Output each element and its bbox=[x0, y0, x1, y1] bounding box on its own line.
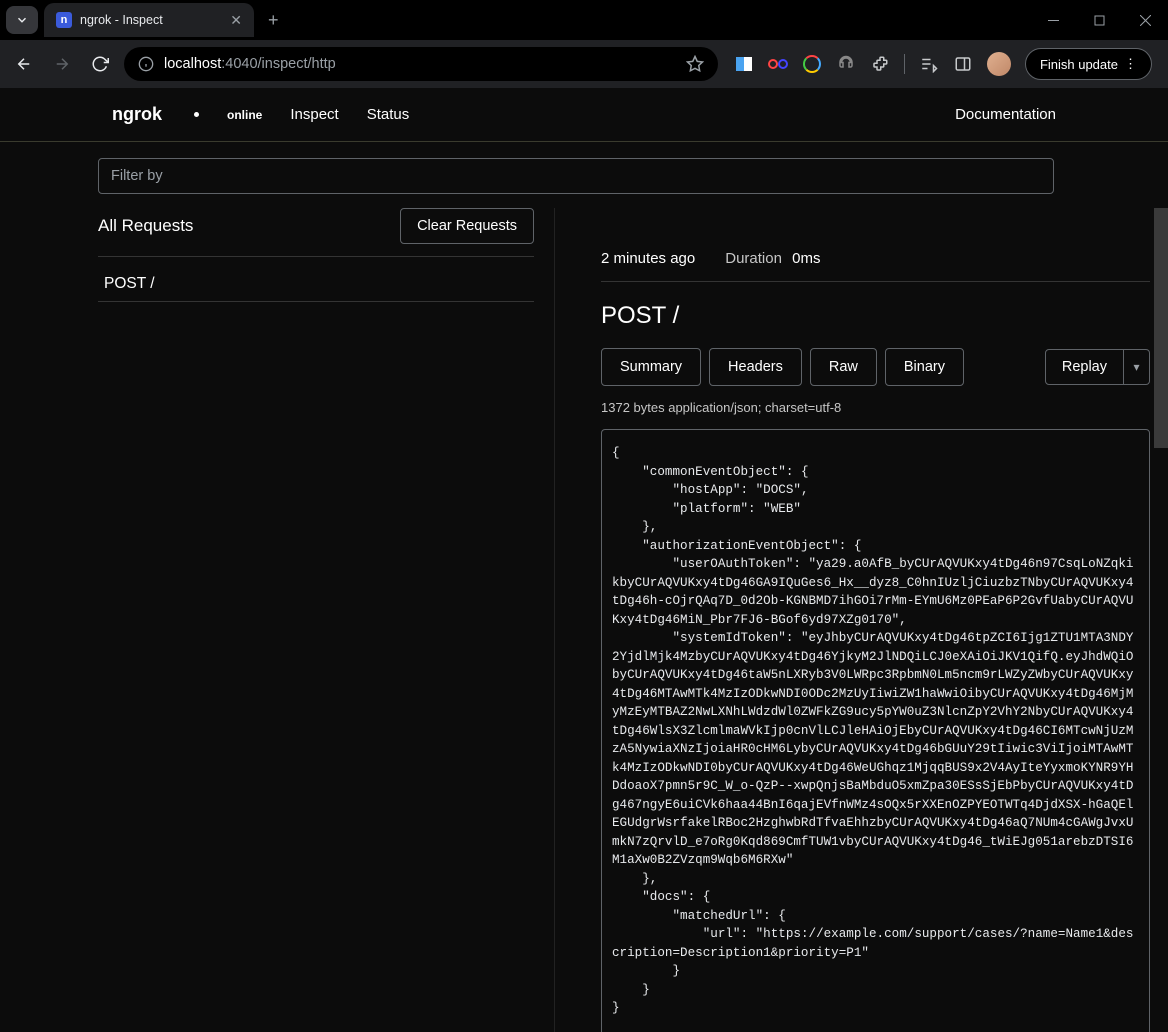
minimize-button[interactable] bbox=[1030, 0, 1076, 40]
clear-requests-button[interactable]: Clear Requests bbox=[400, 208, 534, 244]
reload-button[interactable] bbox=[86, 50, 114, 78]
separator bbox=[904, 54, 905, 74]
content-type-line: 1372 bytes application/json; charset=utf… bbox=[601, 400, 1150, 415]
filter-input[interactable]: Filter by bbox=[98, 158, 1054, 194]
site-info-icon bbox=[138, 56, 154, 72]
request-detail-panel: 2 minutes ago Duration 0ms POST / Summar… bbox=[554, 208, 1168, 1032]
duration: Duration 0ms bbox=[725, 250, 820, 267]
browser-toolbar: localhost:4040/inspect/http Finish updat… bbox=[0, 40, 1168, 88]
tab-summary[interactable]: Summary bbox=[601, 348, 701, 386]
online-badge: online bbox=[227, 108, 262, 122]
close-icon[interactable]: ✕ bbox=[230, 12, 242, 29]
time-ago: 2 minutes ago bbox=[601, 250, 695, 267]
browser-tab[interactable]: n ngrok - Inspect ✕ bbox=[44, 3, 254, 37]
address-bar[interactable]: localhost:4040/inspect/http bbox=[124, 47, 718, 81]
close-button[interactable] bbox=[1122, 0, 1168, 40]
ngrok-favicon-icon: n bbox=[56, 12, 72, 28]
replay-dropdown-button[interactable]: ▾ bbox=[1124, 349, 1150, 385]
nav-status[interactable]: Status bbox=[367, 106, 410, 123]
brand-logo: ngrok bbox=[112, 104, 162, 125]
window-controls bbox=[1030, 0, 1168, 40]
status-dot-icon bbox=[194, 112, 199, 117]
nav-inspect[interactable]: Inspect bbox=[290, 106, 338, 123]
tab-list-button[interactable] bbox=[6, 6, 38, 34]
more-icon: ⋮ bbox=[1124, 56, 1137, 72]
nav-documentation[interactable]: Documentation bbox=[955, 106, 1056, 123]
reading-list-icon[interactable] bbox=[919, 54, 939, 74]
bookmark-star-icon[interactable] bbox=[686, 55, 704, 73]
finish-update-button[interactable]: Finish update ⋮ bbox=[1025, 48, 1152, 80]
tab-binary[interactable]: Binary bbox=[885, 348, 964, 386]
tab-strip: n ngrok - Inspect ✕ + bbox=[0, 0, 287, 40]
extension-icon-1[interactable] bbox=[734, 54, 754, 74]
url-text: localhost:4040/inspect/http bbox=[164, 56, 336, 72]
extension-icons: Finish update ⋮ bbox=[728, 48, 1158, 80]
request-list-panel: All Requests Clear Requests POST / bbox=[98, 208, 554, 1032]
maximize-button[interactable] bbox=[1076, 0, 1122, 40]
extension-icon-3[interactable] bbox=[802, 54, 822, 74]
finish-update-label: Finish update bbox=[1040, 57, 1118, 72]
scrollbar[interactable] bbox=[1154, 208, 1168, 448]
extension-icon-2[interactable] bbox=[768, 54, 788, 74]
tab-headers[interactable]: Headers bbox=[709, 348, 802, 386]
side-panel-icon[interactable] bbox=[953, 54, 973, 74]
new-tab-button[interactable]: + bbox=[260, 10, 287, 31]
payload-body[interactable]: { "commonEventObject": { "hostApp": "DOC… bbox=[601, 429, 1150, 1032]
tab-title: ngrok - Inspect bbox=[80, 13, 222, 27]
app-header: ngrok online Inspect Status Documentatio… bbox=[0, 88, 1168, 142]
tab-raw[interactable]: Raw bbox=[810, 348, 877, 386]
replay-button[interactable]: Replay bbox=[1045, 349, 1124, 385]
request-item[interactable]: POST / bbox=[98, 267, 534, 302]
forward-button[interactable] bbox=[48, 50, 76, 78]
extension-icon-4[interactable] bbox=[836, 54, 856, 74]
back-button[interactable] bbox=[10, 50, 38, 78]
extensions-button[interactable] bbox=[870, 54, 890, 74]
all-requests-title: All Requests bbox=[98, 216, 193, 236]
app-root: ngrok online Inspect Status Documentatio… bbox=[0, 88, 1168, 1032]
window-titlebar: n ngrok - Inspect ✕ + bbox=[0, 0, 1168, 40]
profile-avatar[interactable] bbox=[987, 52, 1011, 76]
filter-placeholder: Filter by bbox=[111, 168, 163, 184]
detail-title: POST / bbox=[601, 302, 1150, 330]
detail-tabs: Summary Headers Raw Binary Replay ▾ bbox=[601, 348, 1150, 386]
